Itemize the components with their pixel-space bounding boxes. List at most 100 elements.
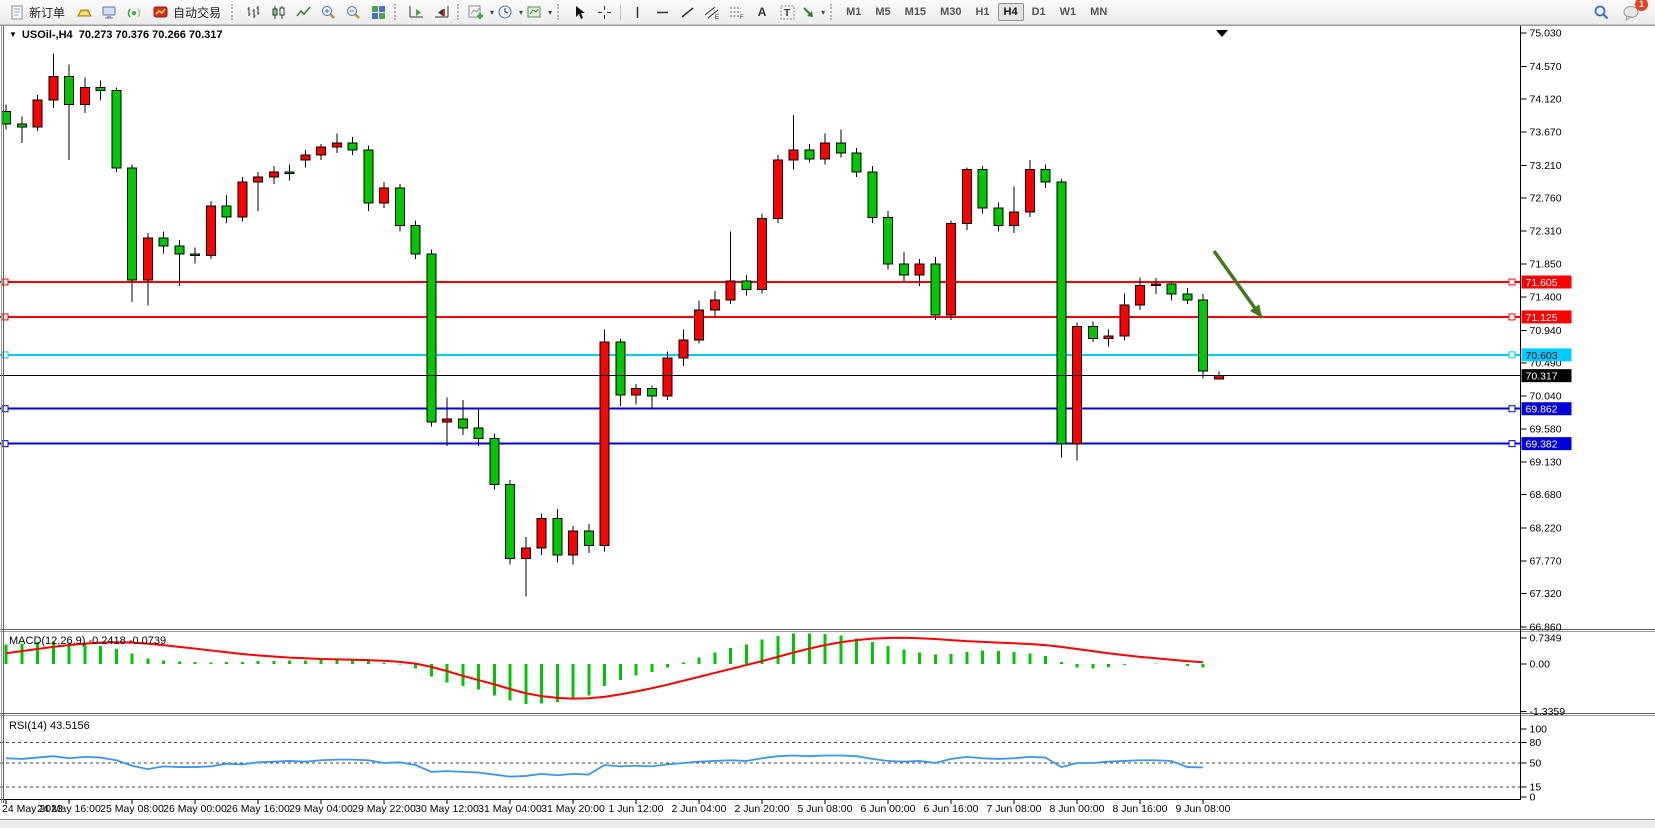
timeframe-m15[interactable]: M15 <box>899 3 932 21</box>
candle-body <box>789 150 798 160</box>
equidistant-channel-tool-button[interactable]: E <box>700 1 724 23</box>
price-tick-label: 73.210 <box>1530 160 1562 172</box>
fibonacci-tool-button[interactable]: F <box>725 1 749 23</box>
templates-button[interactable]: ▾ <box>525 1 553 23</box>
arrow-tools-button[interactable]: ▾ <box>800 1 826 23</box>
candle-body <box>1041 170 1050 182</box>
gold-ingot-button[interactable] <box>72 1 96 23</box>
auto-scroll-button[interactable] <box>404 1 428 23</box>
hline-handle[interactable] <box>1509 314 1515 320</box>
candle-body <box>80 88 89 105</box>
text-tool-button[interactable]: A <box>750 1 774 23</box>
candle-body <box>1025 170 1034 212</box>
candle-body <box>49 77 58 100</box>
chart-canvas[interactable]: 75.03074.57074.12073.67073.21072.76072.3… <box>0 25 1655 828</box>
macd-pane <box>6 633 1203 704</box>
time-tick-label: 29 May 04:00 <box>289 803 353 815</box>
autotrading-icon <box>153 4 169 20</box>
bar-chart-button[interactable] <box>241 1 265 23</box>
add-indicator-icon <box>468 4 485 21</box>
symbol-dropdown-icon[interactable]: ▼ <box>9 30 17 39</box>
autotrading-label: 自动交易 <box>173 4 221 21</box>
chart-shift-button[interactable] <box>429 1 453 23</box>
hline-handle[interactable] <box>2 441 8 447</box>
axis-price-flag-70.603: 70.603 <box>1522 348 1572 362</box>
signals-button[interactable] <box>122 1 146 23</box>
timeframe-mn[interactable]: MN <box>1084 3 1113 21</box>
periods-button[interactable]: ▾ <box>496 1 524 23</box>
hline-70.603[interactable] <box>0 352 1521 358</box>
candle-body <box>1151 284 1160 285</box>
hline-71.125[interactable] <box>0 314 1521 320</box>
horizontal-line-tool-button[interactable] <box>650 1 674 23</box>
time-tick-label: 8 Jun 00:00 <box>1050 803 1105 815</box>
candle-body <box>1183 294 1192 300</box>
hline-handle[interactable] <box>2 314 8 320</box>
toolbar-grip <box>394 4 400 20</box>
candlestick-chart-button[interactable] <box>266 1 290 23</box>
crosshair-tool-button[interactable] <box>592 1 616 23</box>
candle-body <box>994 208 1003 225</box>
hline-handle[interactable] <box>2 279 8 285</box>
candle-body <box>710 300 719 310</box>
trendline-tool-button[interactable] <box>675 1 699 23</box>
tile-windows-icon <box>370 4 387 21</box>
hline-handle[interactable] <box>1509 279 1515 285</box>
line-chart-button[interactable] <box>291 1 315 23</box>
hline-handle[interactable] <box>2 406 8 412</box>
timeframe-m30[interactable]: M30 <box>934 3 967 21</box>
candle-body <box>695 310 704 340</box>
hline-handle[interactable] <box>1509 441 1515 447</box>
candle-body <box>521 548 530 559</box>
chart-symbol: USOil-,H4 <box>22 29 73 41</box>
vertical-line-tool-button[interactable] <box>625 1 649 23</box>
cursor-tool-button[interactable] <box>567 1 591 23</box>
chart-ohlc-values: 70.273 70.376 70.266 70.317 <box>79 29 223 41</box>
dropdown-caret-icon: ▾ <box>548 8 552 17</box>
bar-chart-icon <box>245 4 262 21</box>
candle-body <box>569 531 578 555</box>
timeframe-d1[interactable]: D1 <box>1026 3 1052 21</box>
terminal-button[interactable] <box>97 1 121 23</box>
text-label-tool-button[interactable]: T <box>775 1 799 23</box>
candle-body <box>773 160 782 218</box>
add-indicator-button[interactable]: ▾ <box>467 1 495 23</box>
axis-price-flag-71.125: 71.125 <box>1522 310 1572 324</box>
axis-price-flag-71.605: 71.605 <box>1522 276 1572 290</box>
chart-shift-marker[interactable] <box>1216 30 1228 37</box>
autotrading-button[interactable]: 自动交易 <box>147 1 227 23</box>
timeframe-h4[interactable]: H4 <box>998 3 1024 21</box>
price-tick-label: 80 <box>1530 737 1542 749</box>
svg-text:T: T <box>784 8 790 19</box>
search-button[interactable] <box>1589 1 1613 23</box>
zoom-in-button[interactable] <box>316 1 340 23</box>
price-tick-label: 71.850 <box>1530 259 1562 271</box>
timeframe-m1[interactable]: M1 <box>840 3 867 21</box>
timeframe-m5[interactable]: M5 <box>869 3 896 21</box>
hline-handle[interactable] <box>1509 352 1515 358</box>
tile-windows-button[interactable] <box>366 1 390 23</box>
timeframe-h1[interactable]: H1 <box>969 3 995 21</box>
candle-body <box>821 143 830 159</box>
toolbar-right-group: 1 <box>1589 1 1651 23</box>
hline-69.382[interactable] <box>0 441 1521 447</box>
time-axis[interactable]: 24 May 202324 May 16:0025 May 08:0026 Ma… <box>2 800 1231 815</box>
time-tick-label: 31 May 04:00 <box>478 803 542 815</box>
price-tick-label: 69.130 <box>1530 456 1562 468</box>
zoom-out-button[interactable] <box>341 1 365 23</box>
timeframe-w1[interactable]: W1 <box>1054 3 1083 21</box>
svg-text:E: E <box>715 15 719 20</box>
rsi-line <box>6 756 1203 777</box>
candle-body <box>899 264 908 275</box>
candle-body <box>427 254 436 422</box>
trend-arrow-annotation[interactable] <box>1214 251 1262 318</box>
dropdown-caret-icon: ▾ <box>519 8 523 17</box>
hline-69.862[interactable] <box>0 406 1521 412</box>
chat-button[interactable]: 1 <box>1619 1 1643 23</box>
new-order-button[interactable]: 新订单 <box>4 1 71 23</box>
hline-handle[interactable] <box>1509 406 1515 412</box>
candle-body <box>584 531 593 546</box>
hline-handle[interactable] <box>2 352 8 358</box>
axis-price-flag-69.862: 69.862 <box>1522 402 1572 416</box>
time-tick-label: 25 May 08:00 <box>100 803 164 815</box>
